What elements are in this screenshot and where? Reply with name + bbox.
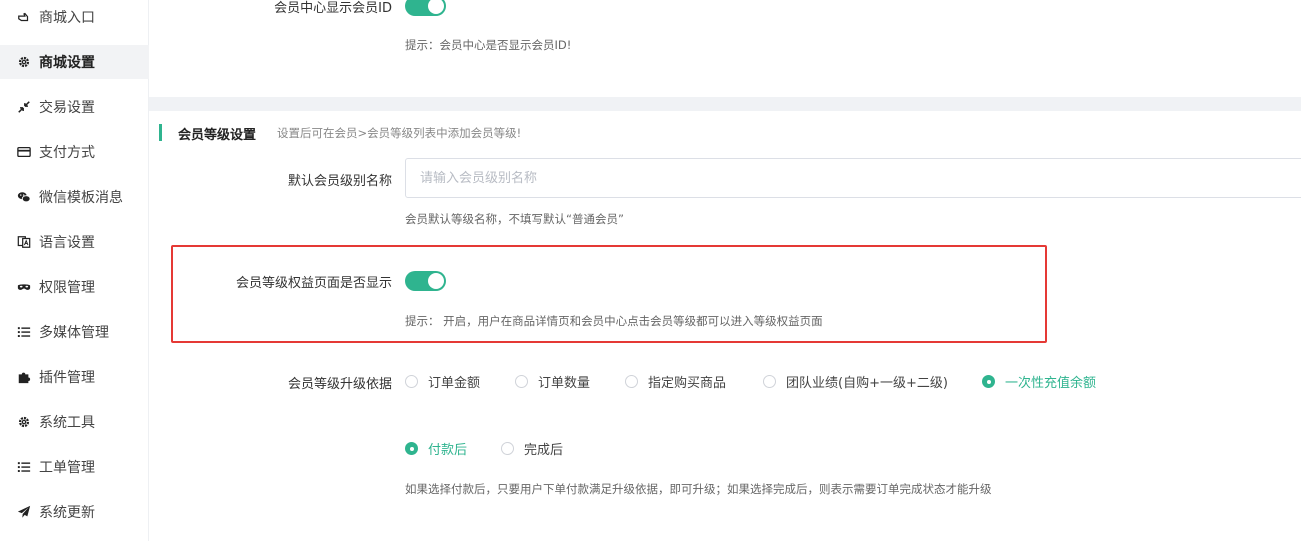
section-divider xyxy=(149,97,1301,111)
credit-card-icon xyxy=(16,144,32,160)
radio-label: 付款后 xyxy=(428,443,468,458)
radio-circle xyxy=(763,375,776,388)
sidebar-item-label: 商城入口 xyxy=(39,10,95,26)
sidebar-item-label: 系统工具 xyxy=(39,415,95,431)
sidebar-item-tickets[interactable]: 工单管理 xyxy=(0,450,149,484)
sidebar-item-label: 权限管理 xyxy=(39,280,95,296)
radio-circle xyxy=(982,375,995,388)
compress-arrows-icon xyxy=(16,99,32,115)
radio-label: 团队业绩(自购+一级+二级) xyxy=(786,376,948,391)
default-level-name-hint: 会员默认等级名称，不填写默认“普通会员” xyxy=(405,212,624,226)
sidebar-item-wechat-template[interactable]: 微信模板消息 xyxy=(0,180,149,214)
toggle-knob xyxy=(428,0,444,14)
sidebar-item-label: 工单管理 xyxy=(39,460,95,476)
sidebar-item-label: 支付方式 xyxy=(39,145,95,161)
list-icon xyxy=(16,459,32,475)
rights-page-toggle[interactable] xyxy=(405,271,446,291)
radio-circle xyxy=(625,375,638,388)
member-id-hint: 提示：会员中心是否显示会员ID! xyxy=(405,38,572,52)
sidebar-item-trade-settings[interactable]: 交易设置 xyxy=(0,90,149,124)
radio-after-completion[interactable]: 完成后 xyxy=(501,439,563,458)
radio-circle xyxy=(405,442,418,455)
radio-label: 一次性充值余额 xyxy=(1005,376,1097,391)
settings-panel: 会员中心显示会员ID 提示：会员中心是否显示会员ID! 会员等级设置 设置后可在… xyxy=(149,0,1301,541)
sidebar-item-label: 商城设置 xyxy=(39,55,95,71)
radio-label: 订单金额 xyxy=(428,376,481,391)
sidebar-item-label: 语言设置 xyxy=(39,235,95,251)
radio-label: 完成后 xyxy=(524,443,564,458)
sidebar-item-plugins[interactable]: 插件管理 xyxy=(0,360,149,394)
language-icon xyxy=(16,234,32,250)
sidebar-item-label: 交易设置 xyxy=(39,100,95,116)
puzzle-icon xyxy=(16,369,32,385)
gear-icon xyxy=(16,54,32,70)
rights-page-hint: 提示： 开启，用户在商品详情页和会员中心点击会员等级都可以进入等级权益页面 xyxy=(405,314,823,328)
member-id-label: 会员中心显示会员ID xyxy=(274,1,392,16)
mask-icon xyxy=(16,279,32,295)
default-level-name-input[interactable] xyxy=(405,158,1301,198)
paper-plane-icon xyxy=(16,504,32,520)
radio-circle xyxy=(515,375,528,388)
gear-icon xyxy=(16,414,32,430)
sidebar-item-payment[interactable]: 支付方式 xyxy=(0,135,149,169)
member-id-toggle[interactable] xyxy=(405,0,446,16)
sidebar-item-shop-entry[interactable]: 商城入口 xyxy=(0,0,149,34)
radio-after-payment[interactable]: 付款后 xyxy=(405,439,467,458)
section-title: 会员等级设置 xyxy=(178,128,257,143)
radio-label: 指定购买商品 xyxy=(648,376,727,391)
sidebar-item-system-tools[interactable]: 系统工具 xyxy=(0,405,149,439)
sidebar-item-label: 多媒体管理 xyxy=(39,325,109,341)
sidebar-item-label: 插件管理 xyxy=(39,370,95,386)
toggle-knob xyxy=(428,273,444,289)
sidebar-item-label: 微信模板消息 xyxy=(39,190,123,206)
radio-label: 订单数量 xyxy=(538,376,591,391)
section-subtitle: 设置后可在会员>会员等级列表中添加会员等级! xyxy=(277,126,522,140)
upgrade-basis-label: 会员等级升级依据 xyxy=(287,377,392,392)
rights-page-label: 会员等级权益页面是否显示 xyxy=(235,276,392,291)
radio-circle xyxy=(405,375,418,388)
radio-one-time-recharge[interactable]: 一次性充值余额 xyxy=(982,372,1096,391)
section-accent-bar xyxy=(159,124,162,141)
radio-circle xyxy=(501,442,514,455)
radio-order-count[interactable]: 订单数量 xyxy=(515,372,590,391)
radio-specified-product[interactable]: 指定购买商品 xyxy=(625,372,726,391)
radio-team-performance[interactable]: 团队业绩(自购+一级+二级) xyxy=(763,372,948,391)
hand-pointer-icon xyxy=(16,9,32,25)
sidebar-item-permissions[interactable]: 权限管理 xyxy=(0,270,149,304)
sidebar: 商城入口 商城设置 交易设置 支付方式 微信模板消息 语言设置 权限管理 多媒体… xyxy=(0,0,149,541)
sidebar-item-label: 系统更新 xyxy=(39,505,95,521)
default-level-name-label: 默认会员级别名称 xyxy=(287,174,392,189)
sidebar-item-shop-settings[interactable]: 商城设置 xyxy=(0,45,149,79)
wechat-icon xyxy=(16,189,32,205)
sidebar-item-language[interactable]: 语言设置 xyxy=(0,225,149,259)
radio-order-amount[interactable]: 订单金额 xyxy=(405,372,480,391)
sidebar-item-system-update[interactable]: 系统更新 xyxy=(0,495,149,529)
sidebar-item-media[interactable]: 多媒体管理 xyxy=(0,315,149,349)
upgrade-timing-hint: 如果选择付款后，只要用户下单付款满足升级依据，即可升级；如果选择完成后，则表示需… xyxy=(405,482,992,496)
list-icon xyxy=(16,324,32,340)
